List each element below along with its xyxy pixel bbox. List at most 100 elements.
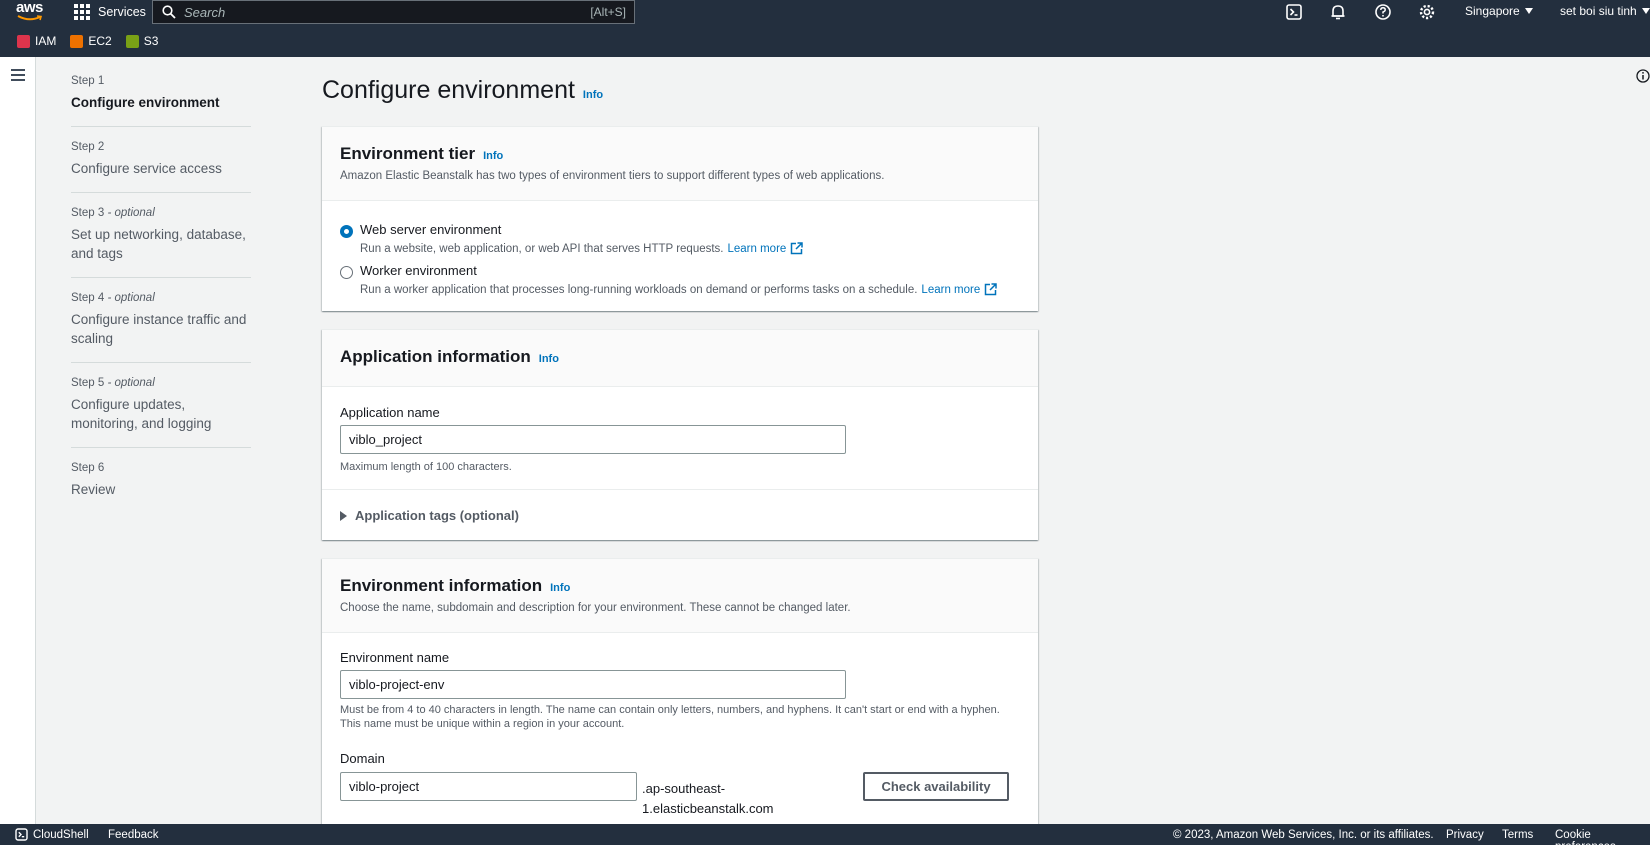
learn-more-label: Learn more [727, 242, 787, 255]
privacy-link[interactable]: Privacy [1446, 829, 1484, 841]
learn-more-link[interactable]: Learn more [921, 283, 997, 296]
domain-suffix-line1: .ap-southeast- [642, 781, 726, 796]
domain-suffix-line2: 1.elasticbeanstalk.com [642, 801, 774, 816]
option-description: Run a website, web application, or web A… [360, 242, 724, 255]
cloudshell-icon[interactable] [1285, 3, 1303, 21]
panel-title: Application information [340, 347, 531, 366]
favorite-ec2[interactable]: EC2 [70, 34, 112, 48]
environment-name-hint: Must be from 4 to 40 characters in lengt… [340, 704, 1000, 716]
application-tags-expander[interactable]: Application tags (optional) [340, 508, 519, 523]
panel-description: Amazon Elastic Beanstalk has two types o… [340, 170, 885, 182]
radio-selected[interactable] [340, 225, 353, 238]
favorite-iam[interactable]: IAM [17, 34, 56, 48]
web-server-environment-option[interactable]: Web server environment Run a website, we… [340, 222, 804, 255]
environment-name-input[interactable] [340, 670, 846, 699]
wizard-step-4[interactable]: Step 4 - optional Configure instance tra… [71, 292, 251, 363]
settings-gear-icon[interactable] [1418, 3, 1436, 21]
application-name-label: Application name [340, 405, 440, 420]
panel-header: Environment information Info Choose the n… [322, 559, 1038, 633]
option-label: Web server environment [360, 222, 502, 237]
step-number: Step 3 [71, 207, 105, 219]
account-menu[interactable]: set boi siu tinh [1560, 4, 1650, 18]
environment-name-hint-unique: This name must be unique within a region… [340, 718, 625, 730]
wizard-step-5[interactable]: Step 5 - optional Configure updates, mon… [71, 377, 251, 448]
search-shortcut-hint: [Alt+S] [590, 5, 626, 19]
wizard-step-6[interactable]: Step 6 Review [71, 462, 251, 513]
application-name-hint: Maximum length of 100 characters. [340, 461, 512, 473]
favorite-label: IAM [35, 34, 57, 48]
copyright-text: © 2023, Amazon Web Services, Inc. or its… [1173, 829, 1434, 841]
check-availability-button[interactable]: Check availability [863, 772, 1009, 801]
external-link-icon [791, 242, 804, 255]
page-header: Configure environment Info [322, 76, 603, 105]
cloudshell-label: CloudShell [33, 828, 89, 841]
feedback-link[interactable]: Feedback [108, 829, 159, 841]
radio-unselected[interactable] [340, 266, 353, 279]
environment-tier-panel: Environment tier Info Amazon Elastic Bean… [322, 126, 1038, 311]
environment-information-panel: Environment information Info Choose the n… [322, 558, 1038, 824]
divider [322, 489, 1038, 490]
menu-hamburger-icon[interactable] [11, 69, 25, 84]
search-bar[interactable]: [Alt+S] [152, 0, 635, 24]
info-link[interactable]: Info [483, 150, 503, 162]
learn-more-link[interactable]: Learn more [728, 242, 804, 255]
aws-logo-text: aws [16, 0, 43, 16]
expander-label: Application tags (optional) [355, 508, 519, 523]
cloudshell-footer-button[interactable]: CloudShell [15, 828, 89, 841]
wizard-steps: Step 1 Configure environment Step 2 Conf… [71, 73, 251, 527]
top-navigation: aws Services [Alt+S] [0, 0, 1650, 57]
notifications-bell-icon[interactable] [1329, 3, 1347, 21]
region-selector[interactable]: Singapore [1465, 4, 1533, 18]
panel-title: Environment information [340, 576, 543, 595]
chevron-down-icon [1524, 8, 1533, 14]
page-info-link[interactable]: Info [583, 89, 603, 101]
wizard-step-2[interactable]: Step 2 Configure service access [71, 141, 251, 193]
iam-service-icon [17, 34, 30, 48]
domain-input[interactable] [340, 772, 637, 801]
info-link[interactable]: Info [550, 582, 570, 594]
page-title: Configure environment [322, 76, 575, 104]
step-name: Review [71, 482, 116, 497]
favorite-s3[interactable]: S3 [125, 34, 158, 48]
step-name: Configure environment [71, 95, 220, 110]
cloudshell-icon [15, 828, 28, 841]
step-name: Configure instance traffic and scaling [71, 312, 247, 346]
step-number: Step 4 [71, 292, 105, 304]
application-information-panel: Application information Info Application … [322, 329, 1038, 540]
step-number: Step 6 [71, 462, 105, 474]
step-number: Step 2 [71, 141, 105, 153]
wizard-step-1[interactable]: Step 1 Configure environment [71, 75, 251, 127]
domain-suffix: .ap-southeast- 1.elasticbeanstalk.com [642, 779, 774, 819]
environment-name-label: Environment name [340, 650, 450, 665]
panel-title: Environment tier [340, 144, 476, 163]
search-icon [162, 5, 176, 19]
cookie-preferences-link[interactable]: Cookie preferences [1555, 829, 1650, 845]
account-name: set boi siu tinh [1560, 4, 1637, 18]
wizard-step-3[interactable]: Step 3 - optional Set up networking, dat… [71, 207, 251, 278]
aws-smile-icon [17, 15, 43, 21]
step-name: Configure service access [71, 161, 222, 176]
step-number: Step 5 [71, 377, 105, 389]
region-label: Singapore [1465, 4, 1520, 18]
chevron-down-icon [1641, 8, 1650, 14]
terms-link[interactable]: Terms [1502, 829, 1533, 841]
step-name: Set up networking, database, and tags [71, 227, 246, 261]
tools-panel-info-icon[interactable] [1636, 69, 1650, 83]
s3-service-icon [125, 34, 139, 48]
search-input[interactable] [184, 4, 564, 20]
aws-logo[interactable]: aws [16, 0, 46, 23]
services-grid-icon [74, 4, 90, 20]
step-number: Step 1 [71, 75, 105, 87]
help-icon[interactable] [1374, 3, 1392, 21]
worker-environment-option[interactable]: Worker environment Run a worker applicat… [340, 263, 997, 296]
side-navigation-rail [0, 57, 36, 824]
domain-label: Domain [340, 751, 385, 766]
info-link[interactable]: Info [539, 353, 559, 365]
services-menu-button[interactable]: Services [74, 3, 146, 21]
console-footer: CloudShell Feedback © 2023, Amazon Web S… [0, 824, 1650, 845]
panel-description: Choose the name, subdomain and descripti… [340, 602, 851, 614]
external-link-icon [984, 283, 997, 296]
option-label: Worker environment [360, 263, 477, 278]
favorite-label: EC2 [88, 34, 112, 48]
application-name-input[interactable] [340, 425, 846, 454]
